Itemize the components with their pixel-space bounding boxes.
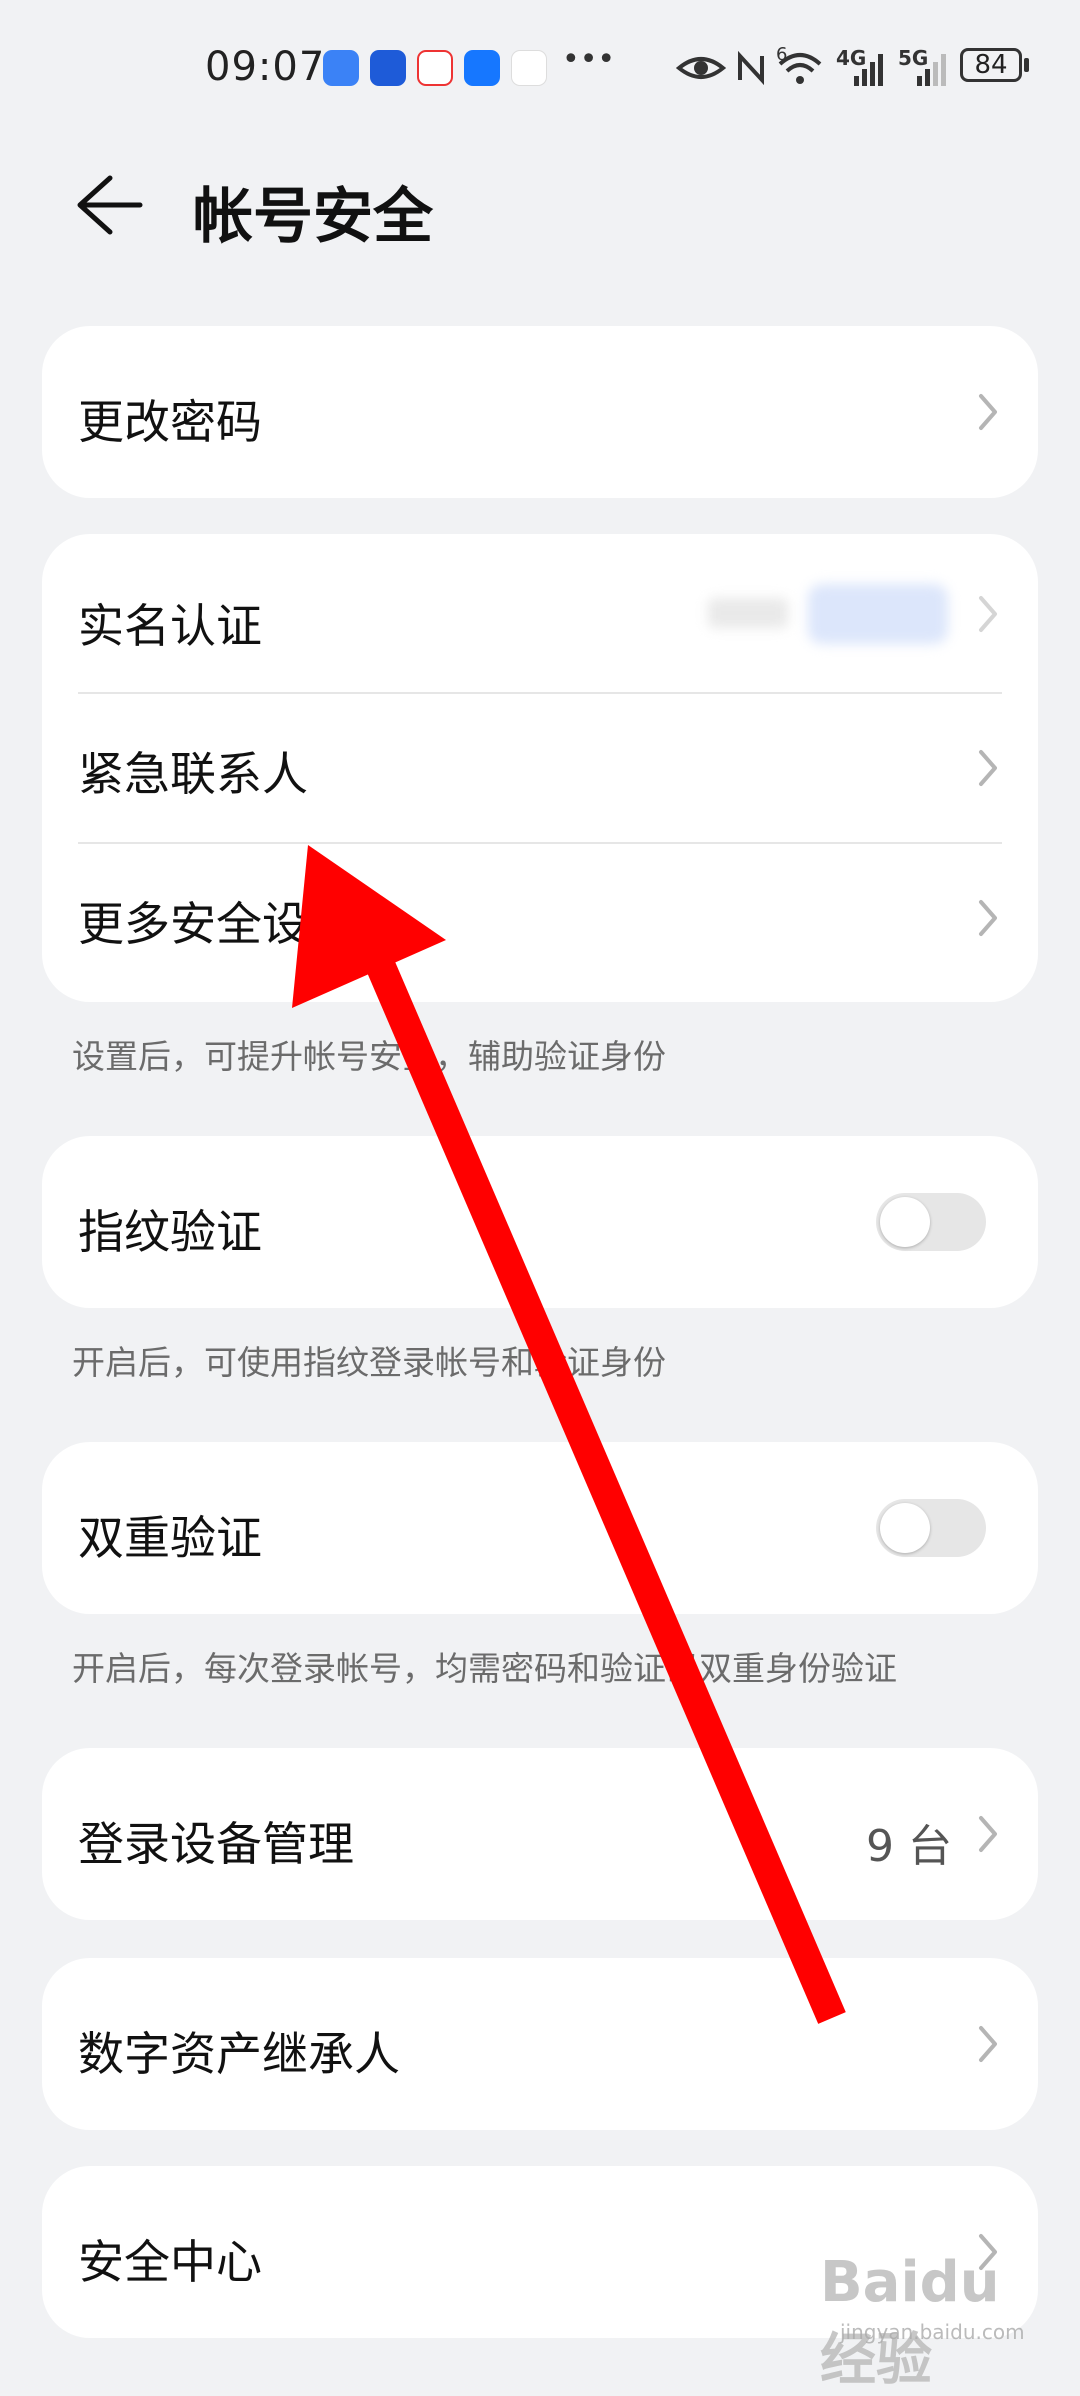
nfc-icon (738, 50, 764, 86)
network-4g-label: 4G (836, 46, 867, 70)
more-security-label: 更多安全设置 (78, 897, 354, 951)
chevron-right-icon (979, 596, 997, 632)
digital-heir-label: 数字资产继承人 (78, 2027, 400, 2081)
device-management-label: 登录设备管理 (78, 1817, 354, 1871)
watermark-url: jingyan.baidu.com (840, 2320, 1025, 2344)
real-name-label: 实名认证 (78, 599, 262, 653)
chevron-right-icon (979, 1816, 997, 1852)
device-management-row[interactable]: 登录设备管理 9 台 (42, 1748, 1038, 1920)
security-center-label: 安全中心 (78, 2235, 262, 2289)
chevron-right-icon (979, 2026, 997, 2062)
two-factor-label: 双重验证 (78, 1511, 262, 1565)
device-count: 9 台 (866, 1821, 952, 1872)
video-app-icon (511, 50, 547, 86)
qq-app-icon (464, 50, 500, 86)
change-password-row[interactable]: 更改密码 (42, 326, 1038, 498)
baidu-watermark: Baidu经验 jingyan.baidu.com (820, 2250, 1040, 2393)
security-hint: 设置后，可提升帐号安全，辅助验证身份 (72, 1037, 666, 1076)
real-name-status-blurred (708, 598, 788, 628)
back-arrow-icon[interactable] (70, 170, 150, 240)
emergency-contact-row[interactable]: 紧急联系人 (42, 694, 1038, 842)
news-app-icon (417, 50, 453, 86)
status-time: 09:07 (205, 44, 326, 90)
real-name-badge-blurred (808, 584, 948, 644)
security-settings-card: 实名认证 紧急联系人 更多安全设置 (42, 534, 1038, 1002)
bulb-app-icon (370, 50, 406, 86)
chevron-right-icon (979, 750, 997, 786)
toggle-knob (880, 1503, 930, 1553)
fingerprint-label: 指纹验证 (78, 1205, 262, 1259)
battery-indicator: 84 (960, 48, 1022, 82)
page-title: 帐号安全 (193, 182, 433, 252)
eye-icon (676, 57, 726, 79)
fingerprint-toggle[interactable] (876, 1193, 986, 1251)
fingerprint-hint: 开启后，可使用指纹登录帐号和验证身份 (72, 1343, 666, 1382)
toggle-knob (880, 1197, 930, 1247)
digital-heir-row[interactable]: 数字资产继承人 (42, 1958, 1038, 2130)
chevron-right-icon (979, 900, 997, 936)
wifi-6-label: 6 (776, 44, 788, 65)
chevron-right-icon (979, 394, 997, 430)
network-5g-label: 5G (898, 46, 929, 70)
more-security-row[interactable]: 更多安全设置 (42, 844, 1038, 1002)
browser-app-icon (323, 50, 359, 86)
two-factor-hint: 开启后，每次登录帐号，均需密码和验证码双重身份验证 (72, 1649, 897, 1688)
real-name-row[interactable]: 实名认证 (42, 534, 1038, 692)
status-bar: 09:07 ••• 6 4G 5G 84 (0, 0, 1080, 140)
two-factor-toggle[interactable] (876, 1499, 986, 1557)
emergency-contact-label: 紧急联系人 (78, 747, 308, 801)
change-password-label: 更改密码 (78, 395, 262, 449)
more-notifications-icon: ••• (562, 42, 616, 77)
fingerprint-row: 指纹验证 (42, 1136, 1038, 1308)
battery-tip (1024, 58, 1029, 72)
two-factor-row: 双重验证 (42, 1442, 1038, 1614)
